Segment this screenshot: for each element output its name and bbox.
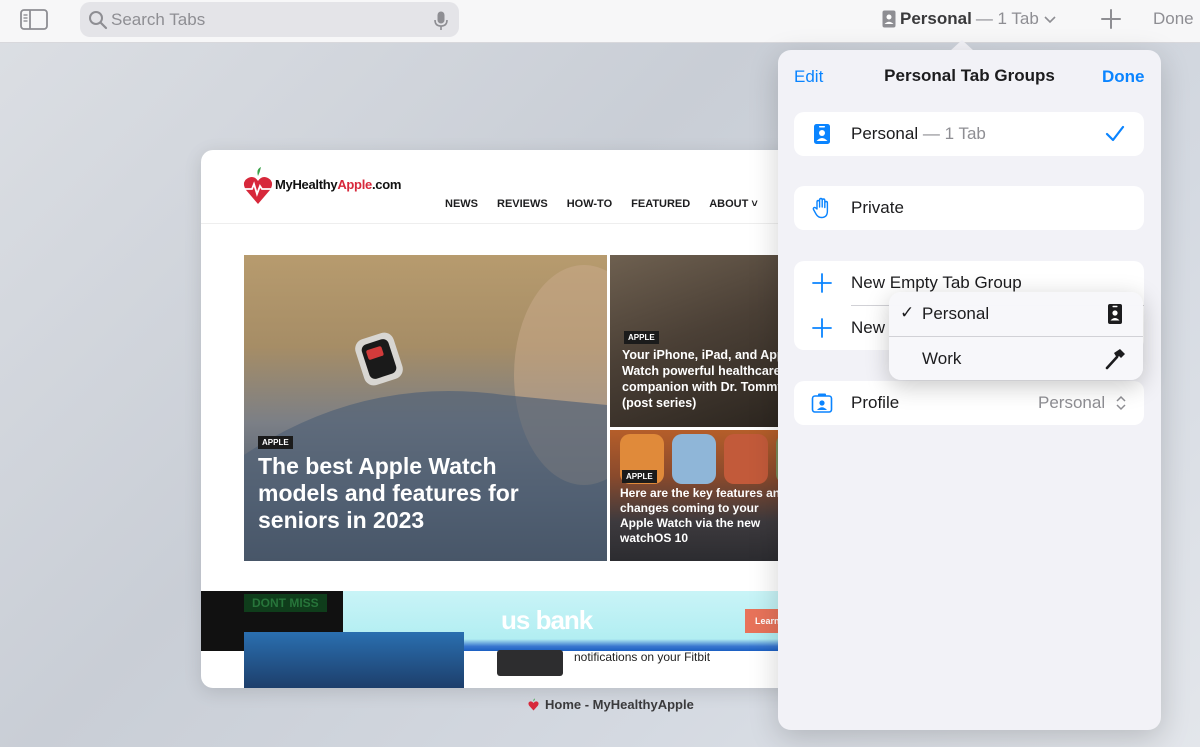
logo-prefix: MyHealthy <box>275 177 338 192</box>
context-menu-checkmark: ✓ <box>900 303 915 322</box>
tab-groups-popover: Edit Personal Tab Groups Done Personal —… <box>778 50 1161 730</box>
hero-category-badge: APPLE <box>258 436 293 449</box>
group-row-personal-label: Personal — 1 Tab <box>851 124 986 144</box>
side-article-2[interactable]: APPLE Here are the key features and chan… <box>610 430 801 561</box>
toolbar-done-button[interactable]: Done <box>1153 9 1194 29</box>
bottom-article-thumbnail[interactable] <box>244 632 464 688</box>
site-header: MyHealthyApple.com NEWS REVIEWS HOW-TO F… <box>201 150 801 224</box>
site-nav-about[interactable]: ABOUT ˅ <box>709 198 758 210</box>
profile-badge-icon <box>811 393 833 413</box>
plus-icon <box>812 273 832 293</box>
checkmark-icon <box>1105 125 1125 142</box>
private-section: Private <box>794 186 1144 230</box>
site-nav-how-to[interactable]: HOW-TO <box>567 198 612 210</box>
dont-miss-label: DONT MISS <box>244 594 327 612</box>
heart-apple-logo-icon <box>243 167 273 204</box>
bottom-article-thumbnail-2[interactable] <box>497 650 563 676</box>
hero-article[interactable]: APPLE The best Apple Watch models and fe… <box>244 255 607 561</box>
chevron-down-icon <box>1044 16 1056 24</box>
side-article-1[interactable]: APPLE Your iPhone, iPad, and Apple Watch… <box>610 255 801 427</box>
context-menu-item-label: Personal <box>922 304 990 323</box>
side2-category-badge: APPLE <box>622 470 657 483</box>
tab-caption-title: Home - MyHealthyApple <box>545 697 694 712</box>
tab-group-count: — 1 Tab <box>975 9 1039 28</box>
logo-suffix: .com <box>371 177 402 192</box>
id-badge-icon <box>882 10 896 28</box>
microphone-icon[interactable] <box>434 11 448 31</box>
tab-group-name: Personal <box>900 9 972 28</box>
site-logo-text[interactable]: MyHealthyApple.com <box>275 177 401 192</box>
new-empty-tab-group-label: New Empty Tab Group <box>851 273 1022 292</box>
side1-title[interactable]: Your iPhone, iPad, and Apple Watch power… <box>622 347 801 411</box>
site-nav-featured[interactable]: FEATURED <box>631 198 690 210</box>
logo-highlight: Apple <box>337 177 372 192</box>
new-tab-plus-icon[interactable] <box>1100 8 1122 30</box>
tab-thumbnail[interactable]: MyHealthyApple.com NEWS REVIEWS HOW-TO F… <box>201 150 801 688</box>
current-group-count: — 1 Tab <box>922 124 986 143</box>
id-badge-icon <box>1108 304 1122 324</box>
private-label: Private <box>851 198 904 217</box>
group-row-personal[interactable]: Personal — 1 Tab <box>794 112 1144 156</box>
site-nav-news[interactable]: NEWS <box>445 198 478 210</box>
current-group-name: Personal <box>851 124 919 143</box>
chevron-up-down-icon[interactable] <box>1114 394 1128 412</box>
current-group-section: Personal — 1 Tab <box>794 112 1144 156</box>
group-row-private[interactable]: Private <box>794 186 1144 230</box>
site-favicon-icon <box>528 698 539 711</box>
site-nav: NEWS REVIEWS HOW-TO FEATURED ABOUT ˅ <box>445 198 758 210</box>
hammer-icon <box>1105 349 1125 370</box>
id-badge-icon <box>814 124 830 144</box>
profile-row[interactable]: Profile Personal <box>794 381 1144 425</box>
sidebar-toggle-icon[interactable] <box>20 9 48 30</box>
context-menu-item-label: Work <box>922 349 962 368</box>
popover-done-button[interactable]: Done <box>1102 67 1145 87</box>
context-menu-item-work[interactable]: Work <box>889 337 1143 381</box>
search-box[interactable] <box>80 2 459 37</box>
profile-context-menu: ✓ Personal Work <box>889 292 1143 380</box>
hand-raised-icon <box>812 197 829 219</box>
new-tab-group-label: New <box>851 318 886 337</box>
context-menu-item-personal[interactable]: ✓ Personal <box>889 292 1143 336</box>
profile-value[interactable]: Personal <box>1038 393 1105 413</box>
side1-category-badge: APPLE <box>624 331 659 344</box>
plus-icon <box>812 318 832 338</box>
profile-label: Profile <box>851 393 900 412</box>
tab-group-picker[interactable]: Personal — 1 Tab <box>882 7 1057 31</box>
hero-title[interactable]: The best Apple Watch models and features… <box>258 453 548 534</box>
ad-brand-logo: us bank <box>501 605 593 635</box>
toolbar: Personal — 1 Tab Done <box>0 0 1200 43</box>
site-nav-reviews[interactable]: REVIEWS <box>497 198 548 210</box>
search-icon <box>89 11 108 30</box>
search-input[interactable] <box>111 8 411 32</box>
side2-title[interactable]: Here are the key features and changes co… <box>620 486 790 546</box>
profile-section: Profile Personal <box>794 381 1144 425</box>
tab-caption: Home - MyHealthyApple <box>528 697 694 712</box>
bottom-article-text[interactable]: notifications on your Fitbit <box>574 650 710 664</box>
